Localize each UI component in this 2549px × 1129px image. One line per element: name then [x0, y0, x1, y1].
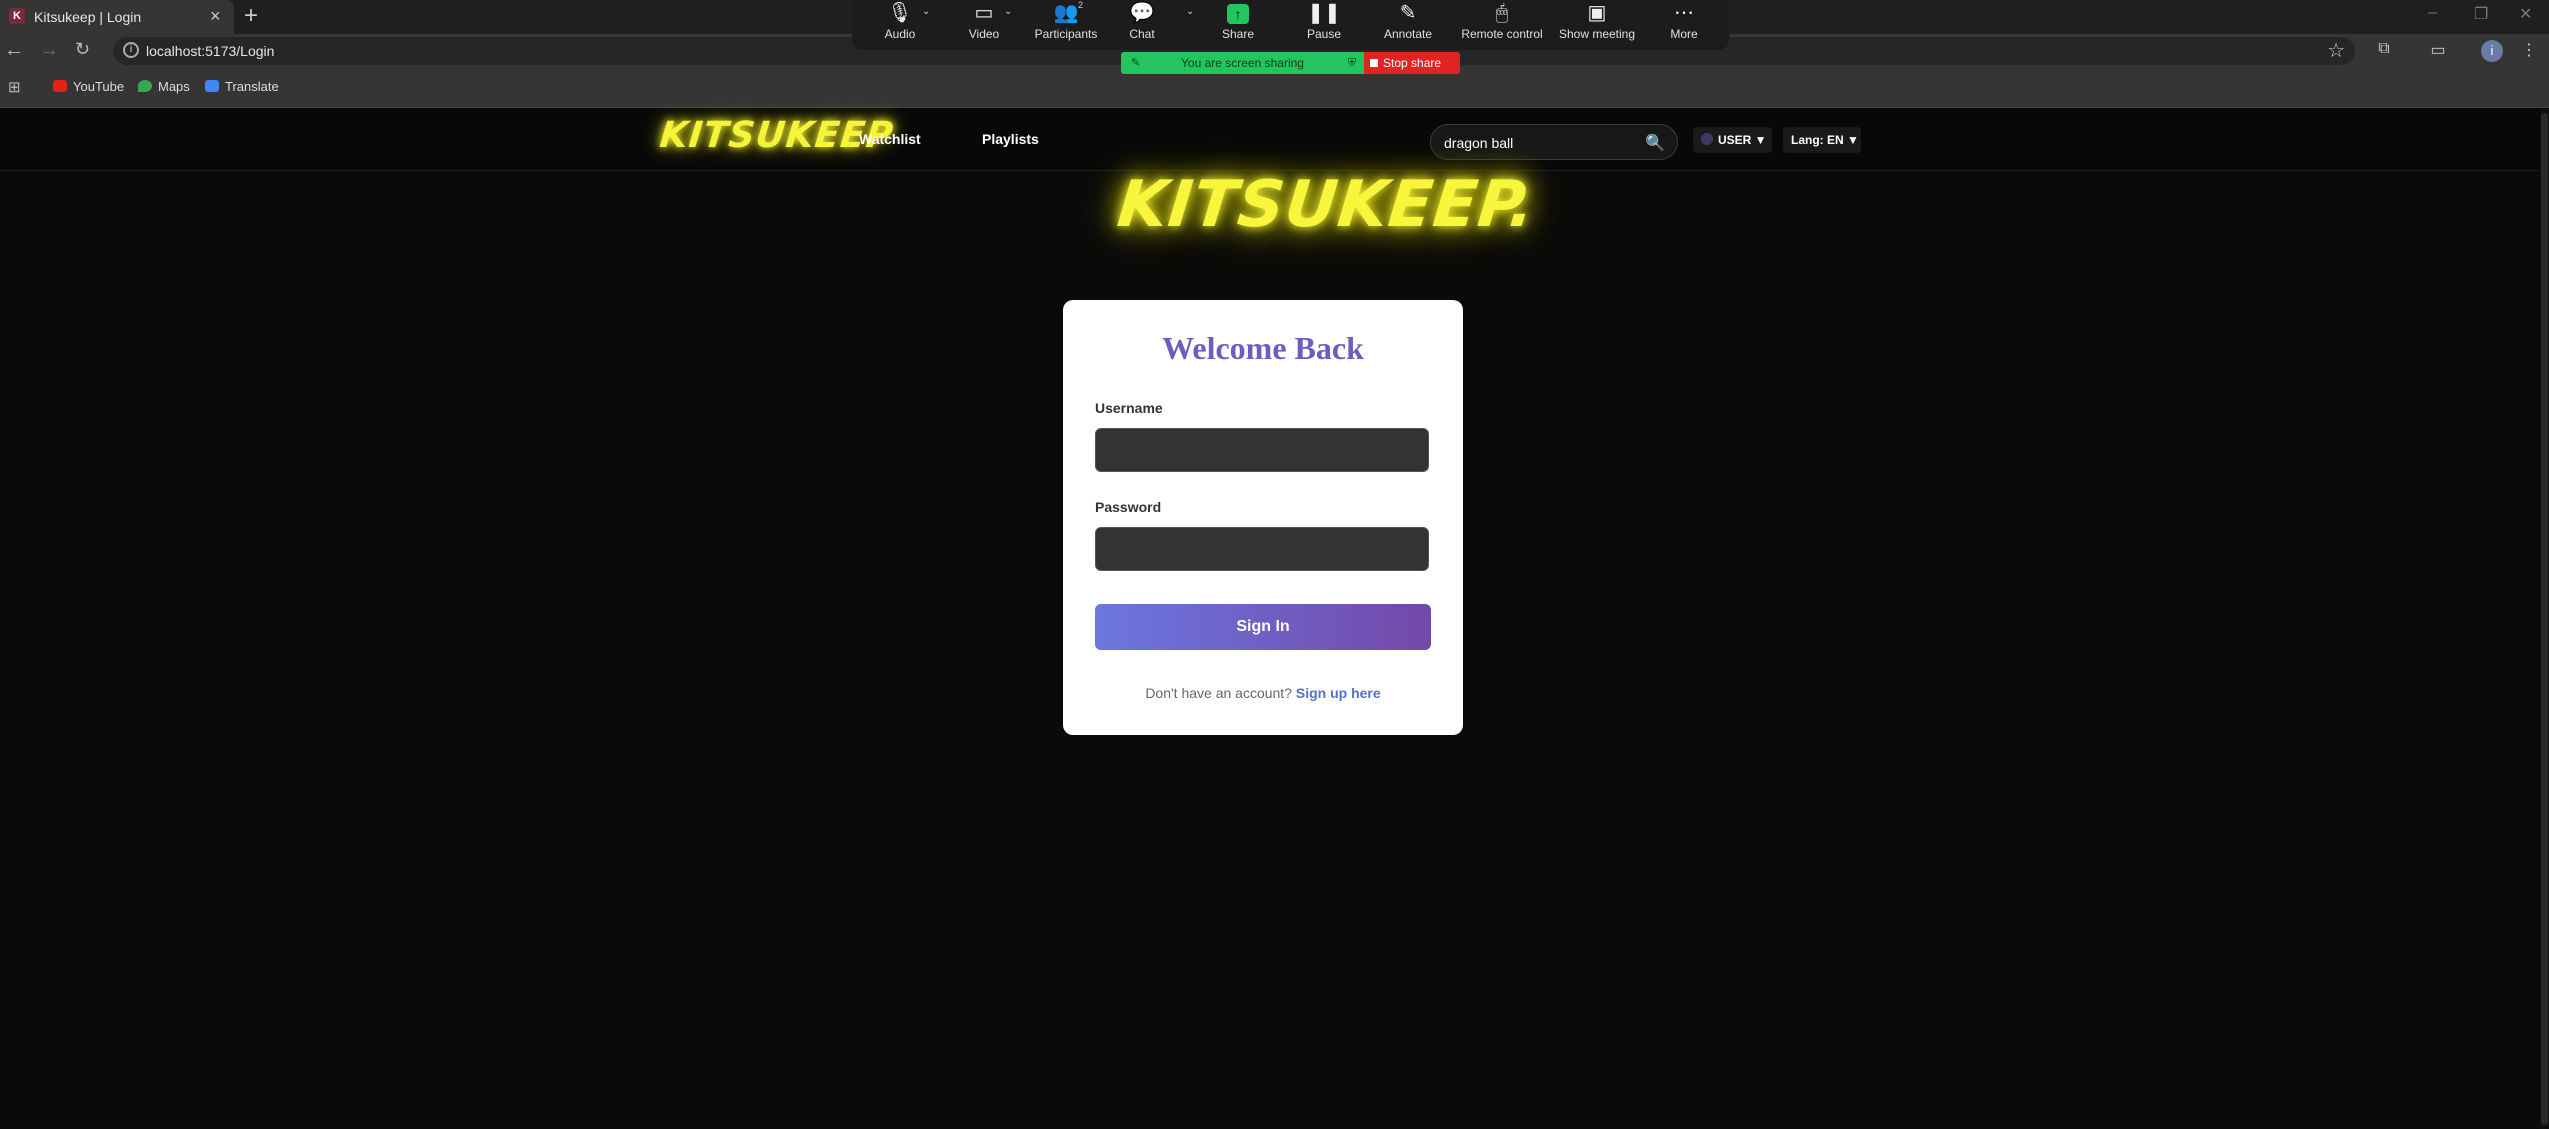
screen-sharing-banner: ✎ You are screen sharing ⛨ [1121, 52, 1364, 74]
password-field[interactable] [1095, 527, 1429, 571]
user-icon [1701, 133, 1713, 145]
remote-control-button[interactable]: 🖱 Remote control [1458, 0, 1546, 50]
youtube-icon [53, 80, 67, 92]
bookmark-star-icon[interactable]: ☆ [2327, 38, 2345, 63]
window-close-icon[interactable]: ✕ [2519, 4, 2532, 24]
nav-watchlist[interactable]: Watchlist [859, 131, 921, 147]
video-options-chevron-icon[interactable]: ⌄ [1004, 6, 1012, 17]
forward-icon[interactable]: → [39, 39, 59, 62]
login-card: Welcome Back Username Password Sign In D… [1063, 300, 1463, 735]
search-value: dragon ball [1444, 135, 1514, 151]
signup-prompt-text: Don't have an account? [1145, 685, 1292, 701]
search-icon[interactable]: 🔍 [1645, 133, 1665, 153]
pin-icon[interactable]: ✎ [1131, 52, 1140, 74]
pause-button[interactable]: ❚❚ Pause [1296, 0, 1352, 50]
site-favicon-icon: K [9, 8, 25, 24]
browser-tab-active[interactable]: K Kitsukeep | Login × [0, 0, 234, 34]
mouse-icon: 🖱 [1496, 2, 1508, 24]
microphone-icon: 🎙 [887, 2, 913, 24]
signup-link[interactable]: Sign up here [1296, 685, 1381, 701]
profile-avatar[interactable]: i [2481, 40, 2503, 62]
login-title: Welcome Back [1162, 330, 1364, 366]
minimize-icon[interactable]: – [2428, 4, 2437, 22]
user-menu-button[interactable]: USER ▼ [1693, 127, 1772, 153]
menu-kebab-icon[interactable]: ⋮ [2519, 40, 2539, 60]
audio-button[interactable]: 🎙 Audio [872, 0, 928, 50]
pencil-icon: ✎ [1399, 2, 1417, 24]
apps-grid-icon[interactable]: ⊞ [8, 78, 21, 96]
extensions-icon[interactable]: ⧉ [2374, 40, 2394, 60]
hero-logo: KITSUKEEP. [1114, 168, 1539, 242]
username-label: Username [1095, 400, 1163, 416]
search-input[interactable]: dragon ball 🔍 [1430, 124, 1678, 160]
participants-button[interactable]: 👥 Participants [1030, 0, 1102, 50]
chat-options-chevron-icon[interactable]: ⌄ [1186, 6, 1194, 17]
maps-icon [138, 80, 152, 92]
sign-in-button[interactable]: Sign In [1095, 604, 1431, 650]
cast-icon[interactable]: ▭ [2428, 40, 2448, 60]
share-screen-icon: ↑ [1227, 4, 1249, 24]
username-field[interactable] [1095, 428, 1429, 472]
site-info-icon[interactable]: i [123, 42, 139, 58]
password-label: Password [1095, 499, 1162, 515]
stop-icon [1370, 59, 1378, 67]
annotate-button[interactable]: ✎ Annotate [1376, 0, 1440, 50]
restore-icon[interactable]: ❐ [2474, 4, 2488, 24]
pause-icon: ❚❚ [1307, 2, 1341, 24]
screen-sharing-text: You are screen sharing [1181, 56, 1304, 70]
bookmark-maps[interactable]: Maps [138, 79, 190, 94]
chat-icon: 💬 [1129, 2, 1155, 24]
chat-button[interactable]: 💬 Chat [1114, 0, 1170, 50]
bookmark-translate[interactable]: Translate [205, 79, 279, 94]
shield-icon: ⛨ [1347, 57, 1356, 69]
participants-count: 2 [1078, 0, 1084, 10]
show-meeting-button[interactable]: ▣ Show meeting [1554, 0, 1640, 50]
site-header: KITSUKEEP Watchlist Playlists dragon bal… [0, 109, 2540, 171]
meeting-controls-bar: 🎙 Audio ⌄ ▭ Video ⌄ 👥 Participants 2 💬 Chat … [852, 0, 1729, 50]
translate-icon [205, 80, 219, 92]
show-meeting-icon: ▣ [1587, 2, 1607, 24]
more-button[interactable]: ⋯ More [1656, 0, 1712, 50]
more-options-icon: ⋯ [1674, 2, 1694, 24]
signup-prompt-line: Don't have an account? Sign up here [1063, 685, 1463, 701]
url-text: localhost:5173/Login [146, 43, 275, 59]
stop-share-button[interactable]: Stop share [1364, 52, 1460, 74]
new-tab-icon[interactable]: + [244, 2, 258, 30]
reload-icon[interactable]: ↻ [75, 39, 90, 60]
nav-playlists[interactable]: Playlists [982, 131, 1039, 147]
language-selector[interactable]: Lang: EN ▼ [1783, 127, 1861, 153]
participants-icon: 👥 [1053, 2, 1079, 24]
bookmark-youtube[interactable]: YouTube [53, 79, 124, 94]
tab-title: Kitsukeep | Login [34, 9, 142, 25]
back-icon[interactable]: ← [4, 39, 24, 62]
bookmarks-bar: ⊞ YouTube Maps Translate [0, 68, 2549, 108]
share-button[interactable]: ↑ Share [1210, 0, 1266, 50]
page-scrollbar[interactable] [2541, 113, 2548, 1125]
audio-options-chevron-icon[interactable]: ⌄ [922, 6, 930, 17]
close-tab-icon[interactable]: × [210, 6, 221, 27]
